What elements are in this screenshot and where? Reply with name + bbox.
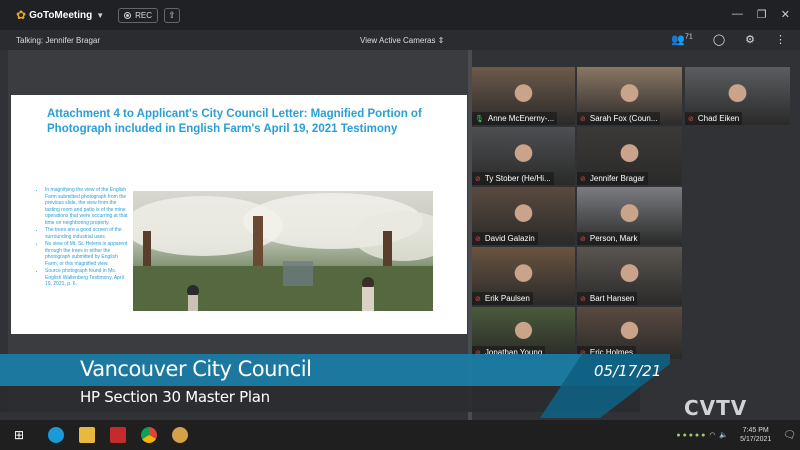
- file-explorer-icon[interactable]: [79, 427, 96, 443]
- slide-bullet: Source photograph found in Ms. English W…: [45, 268, 129, 288]
- info-bar: Talking: Jennifer Bragar View Active Cam…: [0, 30, 800, 50]
- wifi-icon[interactable]: ◠: [709, 431, 715, 439]
- slide-bullet: In magnifying the view of the English Fa…: [45, 187, 129, 226]
- lower-third-title: Vancouver City Council: [80, 357, 312, 381]
- chevron-updown-icon: ⇕: [437, 35, 445, 45]
- title-bar: ✿ GoToMeeting ▼ REC ⇧ — ❐ ✕: [0, 0, 800, 30]
- participant-name: Chad Eiken: [697, 114, 740, 123]
- slide-bullet: The trees are a good screen of the surro…: [45, 227, 129, 240]
- chat-button[interactable]: ◯: [713, 33, 725, 46]
- participant-video-tile[interactable]: ⊘ Erik Paulsen: [472, 247, 575, 305]
- more-vertical-icon: ⋮: [775, 34, 786, 46]
- participant-name: Bart Hansen: [589, 294, 635, 303]
- participant-name: Jennifer Bragar: [589, 174, 645, 183]
- view-active-cameras-dropdown[interactable]: View Active Cameras ⇕: [360, 36, 444, 45]
- participant-name-tag: ⊘ Bart Hansen: [577, 292, 638, 305]
- tray-apps-icons[interactable]: ● ● ● ● ●: [676, 432, 705, 439]
- participant-video-tile[interactable]: ⊘ Ty Stober (He/Hi...: [472, 127, 575, 185]
- minimize-button[interactable]: —: [732, 8, 743, 21]
- windows-start-icon[interactable]: ⊞: [14, 428, 24, 442]
- record-button[interactable]: REC: [118, 7, 159, 23]
- broadcast-date: 05/17/21: [594, 362, 662, 380]
- participant-name: Person, Mark: [589, 234, 638, 243]
- gotomeeting-logo-icon: ✿: [16, 8, 27, 22]
- participant-video-tile[interactable]: ⊘ Sarah Fox (Coun...: [577, 67, 682, 125]
- windows-taskbar: ⊞ ● ● ● ● ● ◠ 🔈 7:45 PM 5/17/2021 🗨: [0, 420, 800, 450]
- participant-name: David Galazin: [484, 234, 535, 243]
- mic-muted-icon: ⊘: [580, 115, 586, 123]
- mic-muted-icon: ⊘: [580, 175, 586, 183]
- participant-video-tile[interactable]: ⊘ Eric Holmes: [577, 307, 682, 359]
- talking-indicator: Talking: Jennifer Bragar: [16, 35, 101, 45]
- people-icon: 👥: [671, 34, 686, 46]
- attendee-count: 71: [685, 33, 693, 41]
- participant-name-tag: ⊘ Person, Mark: [577, 232, 641, 245]
- gear-icon: ⚙: [745, 34, 755, 46]
- participant-name-tag: ⊘ David Galazin: [472, 232, 538, 245]
- lower-third-subtitle: HP Section 30 Master Plan: [80, 388, 270, 406]
- mic-muted-icon: ⊘: [580, 235, 586, 243]
- lower-third-banner: Vancouver City Council HP Section 30 Mas…: [0, 354, 800, 418]
- participant-name: Erik Paulsen: [484, 294, 530, 303]
- participant-video-tile[interactable]: ⊘ Jennifer Bragar: [577, 127, 682, 185]
- edge-browser-icon[interactable]: [48, 427, 65, 443]
- chevron-down-icon: ▼: [96, 10, 105, 20]
- mic-muted-icon: ⊘: [688, 115, 694, 123]
- view-cameras-label: View Active Cameras: [360, 35, 436, 45]
- mic-muted-icon: ⊘: [475, 175, 481, 183]
- chat-icon: ◯: [712, 34, 726, 46]
- share-screen-icon: ⇧: [168, 9, 176, 20]
- record-icon: [124, 11, 132, 19]
- mic-muted-icon: ⊘: [475, 235, 481, 243]
- volume-icon[interactable]: 🔈: [719, 431, 728, 439]
- farm-photograph: [133, 191, 433, 311]
- settings-button[interactable]: ⚙: [745, 33, 755, 46]
- gotomeeting-taskbar-icon[interactable]: [172, 427, 189, 443]
- participant-name: Ty Stober (He/Hi...: [484, 174, 551, 183]
- participant-video-tile[interactable]: ⊘ Chad Eiken: [685, 67, 790, 125]
- share-screen-button[interactable]: ⇧: [164, 7, 181, 23]
- participant-name-tag: ⊘ Sarah Fox (Coun...: [577, 112, 661, 125]
- participant-video-tile[interactable]: ⊘ David Galazin: [472, 187, 575, 245]
- participant-name-tag: ⊘ Chad Eiken: [685, 112, 743, 125]
- notifications-icon[interactable]: 🗨: [783, 430, 796, 441]
- app-name: GoToMeeting: [29, 9, 93, 21]
- mic-muted-icon: ⊘: [580, 295, 586, 303]
- mic-muted-icon: ⊘: [475, 295, 481, 303]
- participant-name-tag: 🎙 Anne McEnerny-...: [472, 112, 558, 125]
- close-button[interactable]: ✕: [781, 8, 790, 21]
- acrobat-reader-icon[interactable]: [110, 427, 127, 443]
- participant-name-tag: ⊘ Ty Stober (He/Hi...: [472, 172, 554, 185]
- slide-title: Attachment 4 to Applicant's City Council…: [47, 108, 422, 135]
- attendees-button[interactable]: 👥71: [671, 33, 693, 46]
- participant-name: Sarah Fox (Coun...: [589, 114, 658, 123]
- slide-bullet: No view of Mt. St. Helens is apparent th…: [45, 241, 129, 267]
- participant-name-tag: ⊘ Jennifer Bragar: [577, 172, 648, 185]
- more-options-button[interactable]: ⋮: [775, 33, 786, 46]
- system-tray: ● ● ● ● ● ◠ 🔈 7:45 PM 5/17/2021 🗨: [676, 420, 796, 450]
- chrome-browser-icon[interactable]: [141, 427, 158, 443]
- restore-button[interactable]: ❐: [757, 8, 767, 21]
- cvtv-watermark-logo: CVTV: [684, 396, 748, 420]
- presentation-slide: Attachment 4 to Applicant's City Council…: [11, 95, 467, 334]
- participant-video-tile[interactable]: ⊘ Jonathan Young: [472, 307, 575, 359]
- slide-bullets: In magnifying the view of the English Fa…: [39, 187, 129, 289]
- participant-video-tile[interactable]: 🎙 Anne McEnerny-...: [472, 67, 575, 125]
- app-menu[interactable]: ✿ GoToMeeting ▼: [16, 8, 104, 22]
- participant-video-tile[interactable]: ⊘ Bart Hansen: [577, 247, 682, 305]
- participant-name: Anne McEnerny-...: [487, 114, 555, 123]
- participant-name-tag: ⊘ Erik Paulsen: [472, 292, 533, 305]
- system-clock[interactable]: 7:45 PM 5/17/2021: [740, 426, 771, 444]
- mic-on-icon: 🎙: [475, 115, 484, 123]
- participant-video-tile[interactable]: ⊘ Person, Mark: [577, 187, 682, 245]
- clock-date: 5/17/2021: [740, 436, 772, 443]
- clock-time: 7:45 PM: [742, 427, 769, 434]
- record-label: REC: [135, 10, 153, 20]
